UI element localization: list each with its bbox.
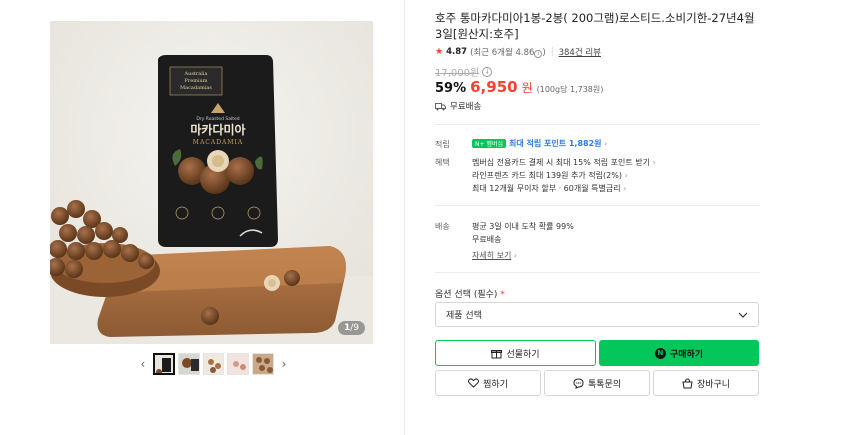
required-mark: * — [500, 290, 505, 300]
rating-row: ★ 4.87 (최근 6개월 4.86 i) | 384건 리뷰 — [435, 46, 601, 58]
product-info: 호주 통마카다미아1봉-2봉( 200그램)로스티드.소비기한-27년4월3일[… — [435, 0, 760, 435]
chevron-right-icon: › — [623, 184, 627, 193]
product-option-select[interactable]: 제품 선택 — [435, 302, 759, 327]
svg-text:Macadamias: Macadamias — [180, 85, 212, 91]
svg-text:Australia: Australia — [184, 71, 208, 77]
talk-button[interactable]: 톡톡문의 — [544, 370, 650, 396]
delivery-more-text: 자세히 보기 — [472, 251, 512, 260]
unit-price: (100g당 1,738원) — [536, 85, 604, 94]
thumb-prev-button[interactable]: ‹ — [136, 352, 150, 376]
chevron-right-icon: › — [624, 171, 628, 180]
product-title: 호주 통마카다미아1봉-2봉( 200그램)로스티드.소비기한-27년4월3일[… — [435, 11, 755, 41]
gift-button[interactable]: 선물하기 — [435, 340, 596, 366]
points-label: 적립 — [435, 140, 450, 149]
divider — [435, 124, 760, 125]
naver-pay-icon: N — [654, 347, 666, 359]
chevron-right-icon: › — [513, 251, 518, 260]
cart-button-label: 장바구니 — [696, 379, 731, 390]
benefit-text: 최대 12개월 무이자 할부 · 60개월 특별금리 — [472, 184, 621, 193]
info-icon[interactable]: i — [534, 50, 543, 58]
delivery-more-link[interactable]: 자세히 보기 › — [472, 250, 517, 261]
thumbnail-image — [203, 354, 224, 374]
option-label: 옵션 선택 (필수) * — [435, 287, 505, 300]
shopping-bag-icon — [682, 377, 693, 388]
thumbnail-image — [178, 354, 199, 374]
original-price-value: 17,000원 — [435, 68, 480, 79]
chevron-right-icon: › — [652, 158, 656, 167]
delivery-line-1: 평균 3일 이내 도착 확률 99% — [472, 222, 574, 231]
sale-price: 6,950 — [470, 78, 518, 96]
svg-text:Dry Roasted Salted: Dry Roasted Salted — [196, 116, 239, 122]
product-photo: Australia Premium Macadamias Dry Roasted… — [50, 21, 373, 344]
wish-button[interactable]: 찜하기 — [435, 370, 541, 396]
chat-icon — [573, 377, 584, 389]
chevron-right-icon: › — [604, 139, 608, 148]
thumb-next-button[interactable]: › — [277, 352, 291, 376]
price-info-icon[interactable]: i — [482, 66, 493, 77]
original-price: 17,000원 i — [435, 64, 493, 79]
points-benefit[interactable]: N+ 멤버십 최대 적립 포인트 1,882원 › — [472, 138, 607, 149]
delivery-line-2: 무료배송 — [472, 235, 502, 244]
heart-icon — [468, 378, 480, 388]
benefit-line-1[interactable]: 멤버십 전용카드 결제 시 최대 15% 적립 포인트 받기 › — [472, 157, 656, 168]
option-label-text: 옵션 선택 (필수) — [435, 290, 498, 300]
benefit-label: 혜택 — [435, 158, 450, 167]
shipping-row: 무료배송 — [435, 100, 481, 112]
thumbnail-image — [154, 355, 173, 373]
gift-icon — [491, 349, 503, 358]
truck-icon — [435, 102, 446, 110]
cart-button[interactable]: 장바구니 — [653, 370, 759, 396]
buy-button-label: 구매하기 — [669, 349, 704, 360]
chevron-left-icon: ‹ — [140, 357, 146, 371]
divider: | — [550, 47, 554, 57]
points-text: 최대 적립 포인트 1,882원 — [508, 139, 602, 148]
rating-score: 4.87 — [446, 47, 468, 57]
chevron-right-icon: › — [281, 357, 287, 371]
thumbnail-strip: ‹ › — [136, 351, 291, 377]
thumbnail-5[interactable] — [252, 353, 275, 375]
review-count-link[interactable]: 384건 리뷰 — [559, 46, 601, 58]
chevron-down-icon — [738, 312, 748, 318]
benefit-text: 멤버십 전용카드 결제 시 최대 15% 적립 포인트 받기 — [472, 158, 650, 167]
wish-button-label: 찜하기 — [483, 379, 508, 390]
talk-button-label: 톡톡문의 — [587, 379, 622, 390]
svg-text:MACADAMIA: MACADAMIA — [193, 139, 243, 146]
thumbnail-image — [228, 354, 249, 374]
main-product-image[interactable]: Australia Premium Macadamias Dry Roasted… — [50, 21, 373, 344]
delivery-label: 배송 — [435, 222, 450, 231]
discount-rate: 59% — [435, 81, 467, 96]
buy-button[interactable]: N 구매하기 — [599, 340, 759, 366]
thumbnail-4[interactable] — [227, 353, 250, 375]
package-illustration: Australia Premium Macadamias Dry Roasted… — [158, 55, 278, 247]
price-row: 59% 6,950 원 (100g당 1,738원) — [435, 78, 603, 96]
gift-button-label: 선물하기 — [506, 349, 540, 360]
thumbnail-2[interactable] — [177, 353, 200, 375]
rating-recent: (최근 6개월 4.86 i) — [470, 48, 546, 58]
thumbnail-3[interactable] — [202, 353, 225, 375]
shipping-text: 무료배송 — [450, 102, 482, 112]
price-unit: 원 — [521, 81, 533, 95]
product-gallery: Australia Premium Macadamias Dry Roasted… — [0, 0, 405, 435]
naver-plus-badge: N+ 멤버십 — [472, 139, 506, 148]
svg-text:마카다미아: 마카다미아 — [190, 122, 245, 137]
image-counter: 1/9 — [337, 321, 365, 335]
divider — [435, 205, 760, 206]
thumbnail-1[interactable] — [152, 353, 175, 375]
select-placeholder: 제품 선택 — [446, 311, 482, 321]
benefit-line-3[interactable]: 최대 12개월 무이자 할부 · 60개월 특별금리 › — [472, 183, 626, 194]
benefit-line-2[interactable]: 라인프렌즈 카드 최대 139원 추가 적립(2%) › — [472, 170, 628, 181]
thumbnail-image — [253, 354, 274, 374]
svg-text:Premium: Premium — [184, 78, 207, 84]
benefit-text: 라인프렌즈 카드 최대 139원 추가 적립(2%) — [472, 171, 622, 180]
star-icon: ★ — [435, 47, 444, 57]
divider — [435, 272, 760, 273]
